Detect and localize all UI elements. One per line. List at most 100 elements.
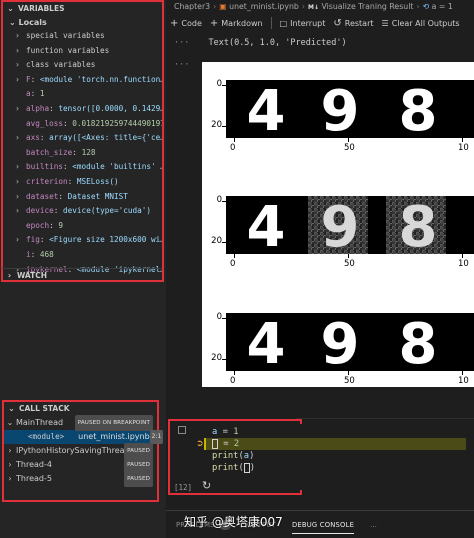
breadcrumb-file[interactable]: unet_minist.ipynb xyxy=(229,2,299,11)
image-panel-row: 498 xyxy=(226,313,474,371)
thread-row[interactable]: ⌄ MainThread PAUSED ON BREAKPOINT xyxy=(4,415,157,431)
variable-value: <module 'builtins' … xyxy=(72,162,162,172)
variable-value: device(type='cuda') xyxy=(63,206,151,216)
chevron-right-icon[interactable]: › xyxy=(4,444,16,458)
x-tick xyxy=(348,254,349,258)
digit-glyph: 9 xyxy=(321,80,360,138)
variable-value: <module 'torch.nn.function… xyxy=(39,74,162,84)
x-tick xyxy=(462,254,463,258)
y-tick xyxy=(222,85,226,86)
chevron-right-icon[interactable]: › xyxy=(16,102,26,117)
thread-row[interactable]: › IPythonHistorySavingThread PAUSED xyxy=(4,443,157,459)
chevron-right-icon[interactable]: › xyxy=(16,175,26,190)
chevron-right-icon[interactable]: › xyxy=(16,160,26,175)
chevron-right-icon[interactable]: › xyxy=(16,44,26,59)
code-line-current[interactable]: = 2 xyxy=(212,438,239,450)
code-line[interactable]: print(a) xyxy=(212,450,254,462)
y-tick xyxy=(222,242,226,243)
variable-row[interactable]: › device: device(type='cuda') xyxy=(3,204,162,219)
current-line-highlight xyxy=(204,438,466,450)
watch-header[interactable]: › WATCH xyxy=(2,269,162,283)
chevron-right-icon[interactable]: › xyxy=(4,472,16,486)
chevron-right-icon[interactable]: › xyxy=(16,58,26,73)
output-more-icon[interactable]: ··· xyxy=(174,38,189,48)
variable-row[interactable]: › class variables xyxy=(3,58,162,73)
variable-row[interactable]: epoch: 9 xyxy=(3,219,162,234)
add-markdown-button[interactable]: + Markdown xyxy=(210,18,263,29)
variable-row[interactable]: › F: <module 'torch.nn.function… xyxy=(3,73,162,88)
variable-row[interactable]: i: 468 xyxy=(3,248,162,263)
panel-tab-label: … xyxy=(370,520,378,529)
chevron-down-icon[interactable]: ⌄ xyxy=(4,416,16,430)
y-tick-label: 20 xyxy=(211,236,222,246)
y-tick-label: 0 xyxy=(216,195,222,205)
variable-separator: : xyxy=(63,162,73,172)
digit-glyph: 4 xyxy=(247,196,286,254)
variable-row[interactable]: › special variables xyxy=(3,29,162,44)
digit-image: 8 xyxy=(399,80,438,138)
thread-row[interactable]: › Thread-5 PAUSED xyxy=(4,471,157,487)
chevron-right-icon[interactable]: › xyxy=(16,131,26,146)
image-panel-row: 498 xyxy=(226,196,474,254)
variable-row[interactable]: › axs: array([<Axes: title={'ce… xyxy=(3,131,162,146)
variable-row[interactable]: › builtins: <module 'builtins' … xyxy=(3,160,162,175)
output-more-icon[interactable]: ··· xyxy=(174,60,189,70)
variable-name: special variables xyxy=(26,31,105,40)
breadcrumb-cell[interactable]: a = 1 xyxy=(432,2,453,11)
breadcrumb-separator: › xyxy=(213,2,217,11)
x-tick-label: 0 xyxy=(230,143,236,153)
variable-row[interactable]: › alpha: tensor([0.0000, 0.1429… xyxy=(3,102,162,117)
plot-output-image: 4 9 8 0 20 0 50 10 4 9 8 0 20 0 50 10 4 9 8 0 20 0 50 10 xyxy=(202,62,474,387)
panel-tab[interactable]: DEBUG CONSOLE xyxy=(291,511,355,538)
y-tick-label: 0 xyxy=(216,79,222,89)
debug-sidebar: ⌄ VARIABLES ⌄ Locals › special variables ›… xyxy=(0,0,166,538)
chevron-right-icon[interactable]: › xyxy=(16,73,26,88)
chevron-right-icon[interactable]: › xyxy=(4,458,16,472)
thread-status-badge: PAUSED xyxy=(124,471,153,487)
call-stack-header[interactable]: ⌄ CALL STACK xyxy=(4,402,157,416)
interrupt-button[interactable]: □ Interrupt xyxy=(280,19,326,28)
clear-outputs-button[interactable]: ☰ Clear All Outputs xyxy=(382,19,460,28)
variable-row[interactable]: › fig: <Figure size 1200x600 wi… xyxy=(3,233,162,248)
code-line[interactable]: a = 1 xyxy=(212,426,238,438)
variable-separator: : xyxy=(63,118,73,128)
frame-position: 2:1 xyxy=(149,430,164,444)
variable-row[interactable]: › dataset: Dataset MNIST xyxy=(3,190,162,205)
breadcrumb-section[interactable]: Visualize Traning Result xyxy=(321,2,413,11)
variable-row[interactable]: › criterion: MSELoss() xyxy=(3,175,162,190)
notebook-icon: ▣ xyxy=(219,2,227,11)
variable-row[interactable]: › function variables xyxy=(3,44,162,59)
cell-divider xyxy=(296,418,474,419)
variable-separator: : xyxy=(72,147,82,157)
x-tick xyxy=(462,371,463,375)
chevron-right-icon[interactable]: › xyxy=(16,204,26,219)
thread-row[interactable]: › Thread-4 PAUSED xyxy=(4,457,157,473)
variable-name: criterion xyxy=(26,176,68,186)
x-tick-label: 10 xyxy=(458,259,469,269)
chevron-right-icon[interactable]: › xyxy=(16,29,26,44)
x-tick-label: 50 xyxy=(344,143,355,153)
x-tick xyxy=(462,138,463,142)
scope-locals[interactable]: ⌄ Locals xyxy=(3,16,162,29)
stack-frame-row[interactable]: <module> unet_minist.ipynb 2:1 xyxy=(4,430,164,444)
variable-name: fig xyxy=(26,235,40,245)
chevron-right-icon[interactable]: › xyxy=(16,190,26,205)
code-line[interactable]: print() xyxy=(212,462,255,474)
variables-header[interactable]: ⌄ VARIABLES xyxy=(3,2,162,16)
cell-select-checkbox[interactable] xyxy=(178,426,186,434)
chevron-right-icon[interactable]: › xyxy=(16,233,26,248)
breadcrumb-folder[interactable]: Chapter3 xyxy=(174,2,210,11)
restart-button[interactable]: ↺ Restart xyxy=(333,18,373,29)
variable-row[interactable]: avg_loss: 0.018219259744490197 xyxy=(3,117,162,132)
panel-tab[interactable]: … xyxy=(370,511,377,538)
run-cell-icon[interactable]: ↻ xyxy=(202,479,211,492)
add-code-button[interactable]: + Code xyxy=(170,18,202,29)
x-tick xyxy=(234,138,235,142)
code-cell-editor[interactable]: a = 1 = 2 print(a) print() xyxy=(204,424,466,490)
variable-name: axs xyxy=(26,133,40,143)
x-tick-label: 0 xyxy=(230,259,236,269)
variable-row[interactable]: batch_size: 128 xyxy=(3,146,162,161)
variable-row[interactable]: a: 1 xyxy=(3,87,162,102)
y-tick-label: 20 xyxy=(211,353,222,363)
toolbar-divider xyxy=(270,17,272,29)
